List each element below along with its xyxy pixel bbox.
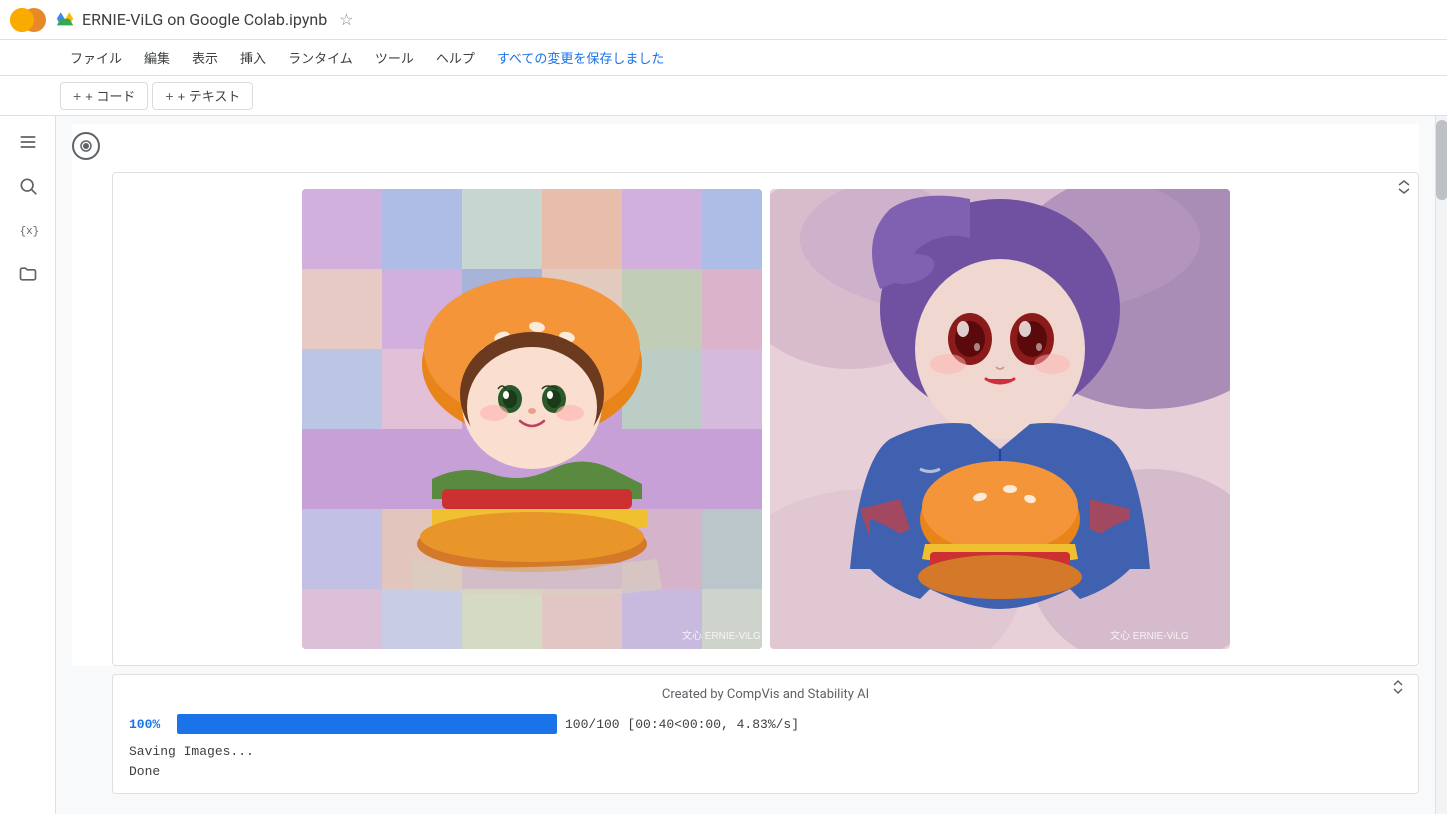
folder-sidebar-icon[interactable] <box>10 256 46 292</box>
output-expand-button[interactable] <box>1390 679 1406 699</box>
menu-file[interactable]: ファイル <box>60 44 132 71</box>
progress-bar-container <box>177 714 557 734</box>
main-layout: {x} <box>0 116 1447 814</box>
save-status: すべての変更を保存しました <box>487 44 675 71</box>
cell-output-block: 文心 ERNIE-ViLG <box>72 124 1419 666</box>
svg-text:文心 ERNIE-ViLG: 文心 ERNIE-ViLG <box>1110 629 1189 642</box>
colab-logo <box>8 0 48 40</box>
search-sidebar-icon[interactable] <box>10 168 46 204</box>
saving-images-text: Saving Images... Done <box>129 742 1402 781</box>
menu-insert[interactable]: 挿入 <box>230 44 276 71</box>
generated-image-2: 文心 ERNIE-ViLG <box>770 189 1230 649</box>
menu-tools[interactable]: ツール <box>365 44 424 71</box>
menu-edit[interactable]: 編集 <box>134 44 180 71</box>
sidebar: {x} <box>0 116 56 814</box>
created-by-text: Created by CompVis and Stability AI <box>129 687 1402 702</box>
progress-bar-fill <box>177 714 557 734</box>
svg-text:{x}: {x} <box>19 226 37 238</box>
progress-info: 100/100 [00:40<00:00, 4.83%/s] <box>565 717 799 732</box>
menu-sidebar-icon[interactable] <box>10 124 46 160</box>
progress-row: 100% 100/100 [00:40<00:00, 4.83%/s] <box>129 714 1402 734</box>
progress-percent: 100% <box>129 717 169 732</box>
images-container: 文心 ERNIE-ViLG <box>129 189 1402 649</box>
menu-help[interactable]: ヘルプ <box>426 44 485 71</box>
menu-view[interactable]: 表示 <box>182 44 228 71</box>
toolbar: + + コード + + テキスト <box>0 76 1447 116</box>
add-text-button[interactable]: + + テキスト <box>152 82 253 110</box>
menu-bar: ファイル 編集 表示 挿入 ランタイム ツール ヘルプ すべての変更を保存しまし… <box>0 40 1447 76</box>
scrollbar[interactable] <box>1435 116 1447 814</box>
generated-image-1: 文心 ERNIE-ViLG <box>302 189 762 649</box>
collapse-output-button[interactable] <box>1394 177 1414 197</box>
variable-sidebar-icon[interactable]: {x} <box>10 212 46 248</box>
add-code-button[interactable]: + + コード <box>60 82 148 110</box>
main-content[interactable]: 文心 ERNIE-ViLG <box>56 116 1435 814</box>
top-bar: ERNIE-ViLG on Google Colab.ipynb ☆ <box>0 0 1447 40</box>
drive-icon <box>56 11 74 29</box>
menu-runtime[interactable]: ランタイム <box>278 44 363 71</box>
svg-text:文心 ERNIE-ViLG: 文心 ERNIE-ViLG <box>682 629 761 642</box>
star-icon[interactable]: ☆ <box>339 10 353 29</box>
run-button[interactable] <box>72 132 100 160</box>
notebook-title: ERNIE-ViLG on Google Colab.ipynb <box>82 10 327 29</box>
